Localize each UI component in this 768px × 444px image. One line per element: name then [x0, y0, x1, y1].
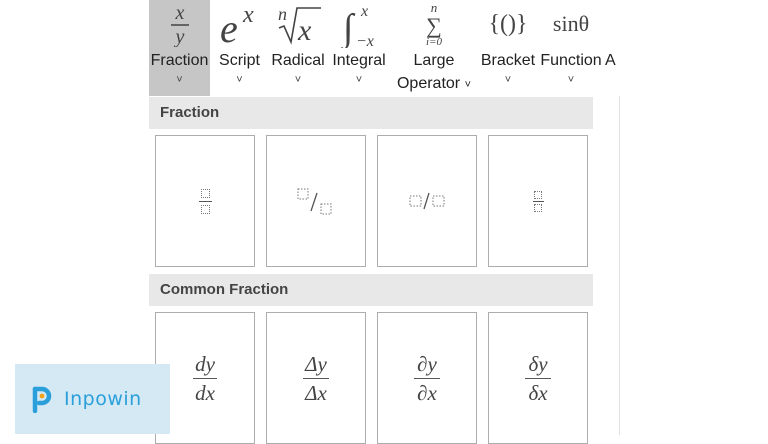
bracket-label: Bracket [480, 52, 536, 69]
section-header-fraction: Fraction [149, 97, 593, 129]
integral-label: Integral [332, 52, 386, 69]
linear-fraction-tile[interactable] [377, 135, 477, 267]
function-button[interactable]: sinθ Function ˅ [539, 0, 603, 96]
small-delta-fraction-tile[interactable]: δy δx [488, 312, 588, 444]
fraction-label: Fraction [150, 52, 209, 69]
svg-text:e: e [220, 6, 238, 48]
denominator: ∂x [417, 380, 437, 405]
large-operator-label-line1: Large [413, 52, 455, 69]
denominator-placeholder [200, 204, 210, 214]
chevron-down-icon: ˅ [464, 79, 472, 91]
skewed-fraction-tile[interactable] [266, 135, 366, 267]
svg-text:x: x [242, 2, 254, 28]
fraction-icon: x y [149, 0, 210, 48]
dy-dx-tile[interactable]: dy dx [155, 312, 255, 444]
radical-icon: n x [269, 0, 327, 48]
skewed-fraction-icon [297, 188, 332, 215]
numerator: Δy [305, 351, 327, 376]
numerator: ∂y [417, 351, 437, 376]
svg-text:x: x [297, 14, 312, 47]
partial-y-partial-x-tile[interactable]: ∂y ∂x [377, 312, 477, 444]
inpowin-logo-icon [32, 386, 52, 413]
integral-button[interactable]: ∫ x −x Integral ˅ [329, 0, 389, 96]
svg-text:x: x [174, 2, 184, 24]
svg-text:y: y [173, 26, 184, 47]
accent-button[interactable]: A [605, 0, 619, 96]
denominator: dx [195, 380, 215, 405]
accent-label: A [605, 52, 616, 69]
svg-text:∑: ∑ [426, 13, 442, 38]
chevron-down-icon: ˅ [236, 74, 243, 86]
svg-text:∫: ∫ [341, 7, 356, 48]
chevron-down-icon: ˅ [567, 74, 575, 86]
script-icon: e x [212, 0, 267, 48]
svg-text:x: x [360, 3, 368, 20]
chevron-down-icon: ˅ [504, 74, 512, 86]
svg-text:n: n [278, 4, 287, 24]
function-icon: sinθ [552, 11, 590, 36]
chevron-down-icon: ˅ [176, 74, 183, 86]
numerator: dy [195, 351, 215, 376]
script-button[interactable]: e x Script ˅ [212, 0, 267, 96]
radical-button[interactable]: n x Radical ˅ [269, 0, 327, 96]
radical-label: Radical [271, 52, 325, 69]
inpowin-watermark: Inpowin [15, 364, 170, 434]
bracket-icon: {()} [488, 10, 528, 37]
equation-ribbon: x y Fraction ˅ e x Script ˅ n x Radical … [149, 0, 619, 96]
svg-text:i=0: i=0 [426, 36, 442, 48]
summation-icon: n ∑ i=0 [391, 0, 477, 48]
bracket-button[interactable]: {()} Bracket ˅ [479, 0, 537, 96]
numerator-placeholder [200, 188, 210, 198]
chevron-down-icon: ˅ [294, 74, 302, 86]
fraction-button[interactable]: x y Fraction ˅ [149, 0, 210, 96]
delta-y-delta-x-tile[interactable]: Δy Δx [266, 312, 366, 444]
svg-text:−x: −x [356, 33, 374, 48]
small-fraction-tile[interactable] [488, 135, 588, 267]
large-operator-button[interactable]: n ∑ i=0 Large Operator ˅ [391, 0, 477, 96]
linear-fraction-icon [409, 192, 445, 210]
stacked-fraction-tile[interactable] [155, 135, 255, 267]
inpowin-wordmark: Inpowin [64, 388, 142, 410]
numerator: δy [528, 351, 548, 376]
denominator: δx [528, 380, 548, 405]
denominator-placeholder [534, 203, 542, 212]
denominator: Δx [305, 380, 327, 405]
integral-icon: ∫ x −x [329, 0, 389, 48]
script-label: Script [219, 52, 260, 69]
large-operator-label-line2: Operator [396, 75, 461, 92]
section-header-common-fraction: Common Fraction [149, 274, 593, 306]
function-label: Function [540, 52, 602, 69]
chevron-down-icon: ˅ [355, 74, 363, 86]
numerator-placeholder [534, 190, 542, 199]
